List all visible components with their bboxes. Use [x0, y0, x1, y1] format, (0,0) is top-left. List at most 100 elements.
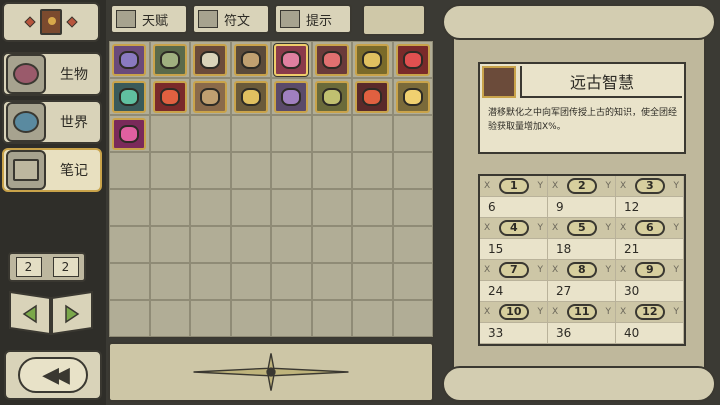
flame-icon[interactable]: [355, 80, 390, 113]
level-badge: 12: [634, 304, 665, 320]
glyph: [362, 87, 383, 106]
level-value: 27: [548, 281, 616, 302]
glyph: [362, 50, 383, 69]
grid-cell[interactable]: [109, 41, 150, 78]
tab-label: 符文: [224, 13, 251, 29]
tab-hints[interactable]: 提示: [274, 4, 352, 34]
grid-cell: [311, 263, 352, 300]
grid-cell: [149, 189, 190, 226]
grid-cell: [352, 189, 393, 226]
level-badge: 5: [566, 220, 597, 236]
level-value: 9: [548, 197, 616, 218]
glyph: [240, 50, 261, 69]
level-value: 12: [616, 197, 684, 218]
grid-cell: [230, 115, 271, 152]
grid-cell[interactable]: [352, 41, 393, 78]
grid-cell[interactable]: [109, 78, 150, 115]
back-button[interactable]: ◀◀: [4, 350, 102, 400]
grid-cell: [392, 115, 433, 152]
level-value: 40: [616, 323, 684, 344]
level-badge: 8: [566, 262, 597, 278]
grid-cell: [109, 152, 150, 189]
tab-label: 提示: [306, 13, 333, 29]
glyph: [119, 124, 140, 143]
level-value: 15: [480, 239, 548, 260]
glyph: [281, 50, 302, 69]
grid-cell: [311, 152, 352, 189]
grid-cell[interactable]: [392, 41, 433, 78]
y-label: Y: [605, 307, 611, 317]
demon-icon[interactable]: [152, 80, 187, 113]
level-table: X 1 Y X 2 Y X 3 Y 6 9 12 X 4 Y X 5 Y X 6 Y 15 18 21 X 7 Y X 8 Y X 9 Y 24 2…: [478, 174, 686, 346]
level-header: X5Y: [548, 218, 616, 239]
grid-cell: [271, 115, 312, 152]
y-label: Y: [605, 181, 611, 191]
grid-cell[interactable]: [311, 41, 352, 78]
glyph: [200, 87, 221, 106]
wood-icon[interactable]: [193, 80, 228, 113]
rune-icon: [198, 10, 218, 28]
level-badge: 6: [634, 220, 665, 236]
terrain-icon[interactable]: [152, 43, 187, 76]
statue-icon[interactable]: [233, 80, 268, 113]
level-badge: 7: [498, 262, 529, 278]
grid-cell: [149, 152, 190, 189]
grid-cell: [190, 226, 231, 263]
yellow-blob-icon[interactable]: [395, 80, 430, 113]
level-header: X3Y: [616, 176, 684, 197]
grid-cell: [230, 300, 271, 337]
grid-cell[interactable]: [311, 78, 352, 115]
mask-icon[interactable]: [314, 43, 349, 76]
tab-talents[interactable]: 天赋: [110, 4, 188, 34]
creature-emblem-icon: [6, 54, 46, 94]
level-header: X 10 Y: [480, 302, 548, 323]
grid-cell[interactable]: [190, 78, 231, 115]
diamond-ornament-icon: [24, 16, 36, 28]
grid-cell: [109, 226, 150, 263]
grid-cell[interactable]: [149, 41, 190, 78]
glyph: [321, 50, 342, 69]
tab-label: 天赋: [142, 13, 169, 29]
grid-cell[interactable]: [271, 41, 312, 78]
world-emblem-icon: [6, 102, 46, 142]
x-label: X: [620, 181, 627, 191]
warrior-icon[interactable]: [233, 43, 268, 76]
tab-runes[interactable]: 符文: [192, 4, 270, 34]
glyph: [200, 50, 221, 69]
level-header: X2Y: [548, 176, 616, 197]
category-creatures-button[interactable]: 生物: [2, 52, 102, 96]
level-header: X 11 Y: [548, 302, 616, 323]
category-world-button[interactable]: 世界: [2, 100, 102, 144]
x-label: X: [552, 223, 559, 233]
level-header: X9Y: [616, 260, 684, 281]
talent-description: 潜移默化之中向军团传授上古的知识，使全团经验获取量增加X%。: [488, 108, 678, 132]
creature-red-icon[interactable]: [274, 43, 309, 76]
spiral-icon[interactable]: [112, 43, 147, 76]
grid-cell[interactable]: [149, 78, 190, 115]
grid-cell[interactable]: [230, 78, 271, 115]
altar-icon[interactable]: [193, 43, 228, 76]
glyph: [119, 50, 140, 69]
detail-scroll: 远古智慧 潜移默化之中向军团传授上古的知识，使全团经验获取量增加X%。 X1YX…: [442, 4, 716, 402]
orb-icon[interactable]: [274, 80, 309, 113]
grid-cell[interactable]: [190, 41, 231, 78]
grid-cell[interactable]: [392, 78, 433, 115]
totem-icon[interactable]: [395, 43, 430, 76]
grid-cell[interactable]: [271, 78, 312, 115]
grid-cell[interactable]: [109, 115, 150, 152]
grid-cell: [230, 189, 271, 226]
glyph: [281, 87, 302, 106]
bell-icon[interactable]: [355, 43, 390, 76]
feather-icon[interactable]: [112, 80, 147, 113]
egg-icon[interactable]: [314, 80, 349, 113]
grid-cell: [230, 226, 271, 263]
page-indicator: 2 2: [8, 252, 86, 282]
category-notes-button[interactable]: 笔记: [2, 148, 102, 192]
jellyfish-icon[interactable]: [112, 117, 147, 150]
grid-cell[interactable]: [352, 78, 393, 115]
grid-cell: [352, 300, 393, 337]
grid-cell[interactable]: [230, 41, 271, 78]
journal-header[interactable]: [2, 2, 100, 42]
grid-cell: [311, 300, 352, 337]
grid-cell: [230, 152, 271, 189]
